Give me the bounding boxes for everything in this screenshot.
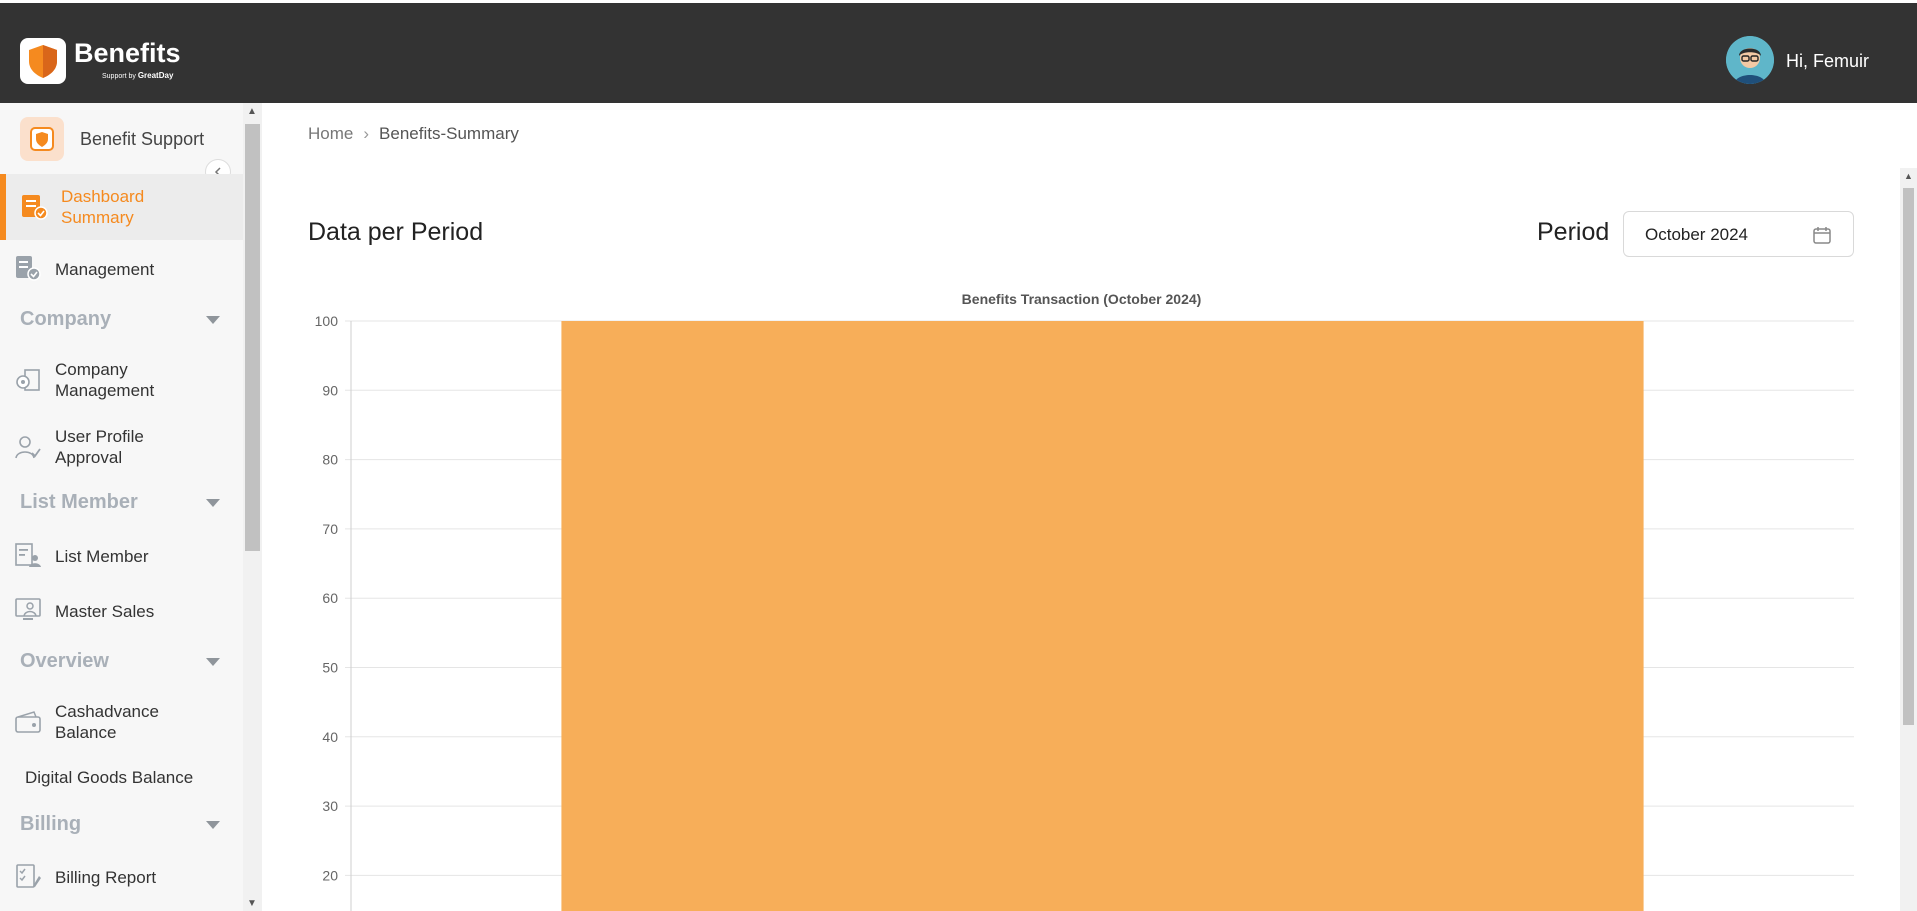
app-title: Benefits bbox=[74, 38, 181, 68]
top-edge bbox=[0, 0, 1917, 3]
sidebar-section-list-member[interactable]: List Member bbox=[20, 491, 225, 514]
section-label: Billing bbox=[20, 813, 82, 835]
sidebar-brand: Benefit Support bbox=[20, 117, 204, 161]
bar-chart: 20 30 40 50 60 70 80 90 100 bbox=[315, 313, 1854, 911]
sidebar-scroll-up-icon[interactable]: ▲ bbox=[247, 106, 257, 117]
user-approval-icon bbox=[14, 433, 42, 461]
y-tick-label: 50 bbox=[322, 660, 338, 676]
caret-down-icon bbox=[206, 316, 220, 324]
sidebar-section-billing[interactable]: Billing bbox=[20, 813, 225, 836]
section-label: Company bbox=[20, 308, 112, 330]
main-scrollbar-thumb[interactable] bbox=[1903, 188, 1914, 725]
app-logo[interactable] bbox=[20, 38, 66, 84]
period-value: October 2024 bbox=[1645, 225, 1749, 244]
section-label: List Member bbox=[20, 491, 138, 513]
member-list-icon bbox=[14, 541, 42, 569]
sidebar-item-label: Cashadvance Balance bbox=[55, 702, 159, 742]
y-tick-label: 60 bbox=[322, 590, 338, 606]
sidebar-item-label: Billing Report bbox=[55, 868, 157, 887]
brand-icon bbox=[20, 117, 64, 161]
sidebar-item-company-management[interactable]: Company Management bbox=[0, 358, 243, 402]
sidebar-item-user-profile-approval[interactable]: User Profile Approval bbox=[0, 425, 243, 469]
caret-down-icon bbox=[206, 658, 220, 666]
avatar[interactable] bbox=[1726, 36, 1774, 84]
chevron-right-icon: › bbox=[363, 124, 370, 143]
sidebar-item-digital-goods-balance[interactable]: Digital Goods Balance bbox=[0, 767, 243, 789]
sidebar-item-label: Management bbox=[55, 260, 155, 279]
top-bar bbox=[0, 0, 1917, 103]
master-sales-icon bbox=[14, 596, 42, 624]
app-subtitle: Support by GreatDay bbox=[102, 71, 173, 80]
sidebar-scrollbar-thumb[interactable] bbox=[245, 124, 260, 551]
caret-down-icon bbox=[206, 821, 220, 829]
sidebar-section-company[interactable]: Company bbox=[20, 308, 225, 331]
app-subtitle-brand: GreatDay bbox=[137, 71, 174, 80]
y-tick-label: 20 bbox=[322, 867, 338, 883]
sidebar-item-label: Digital Goods Balance bbox=[25, 768, 194, 787]
sidebar-item-label: Company Management bbox=[55, 360, 155, 400]
y-tick-label: 70 bbox=[322, 521, 338, 537]
wallet-icon bbox=[14, 708, 42, 736]
breadcrumb-home[interactable]: Home bbox=[308, 124, 353, 143]
breadcrumb-current: Benefits-Summary bbox=[379, 124, 519, 143]
management-icon bbox=[14, 254, 42, 282]
caret-down-icon bbox=[206, 499, 220, 507]
sidebar-item-label: User Profile Approval bbox=[55, 427, 144, 467]
sidebar-section-overview[interactable]: Overview bbox=[20, 650, 225, 673]
sidebar-scroll-down-icon[interactable]: ▼ bbox=[247, 898, 257, 909]
company-settings-icon bbox=[14, 366, 42, 394]
chart-bar[interactable] bbox=[561, 321, 1644, 911]
section-label: Overview bbox=[20, 650, 109, 672]
period-picker[interactable]: October 2024 bbox=[1623, 211, 1854, 257]
user-avatar-icon bbox=[1726, 36, 1774, 84]
sidebar-item-billing-report[interactable]: Billing Report bbox=[0, 862, 243, 892]
y-tick-label: 80 bbox=[322, 452, 338, 468]
y-tick-label: 30 bbox=[322, 798, 338, 814]
dashboard-icon bbox=[20, 193, 48, 221]
chart-title: Benefits Transaction (October 2024) bbox=[961, 291, 1202, 307]
calendar-icon[interactable] bbox=[1812, 225, 1832, 245]
billing-report-icon bbox=[14, 862, 42, 890]
main-scroll-up-icon[interactable]: ▲ bbox=[1904, 171, 1913, 181]
sidebar-item-label: Dashboard Summary bbox=[61, 187, 145, 227]
sidebar-item-label: Master Sales bbox=[55, 602, 155, 621]
shield-icon bbox=[29, 45, 57, 78]
y-tick-label: 40 bbox=[322, 729, 338, 745]
period-label: Period bbox=[1537, 218, 1610, 246]
breadcrumb: Home › Benefits-Summary bbox=[308, 124, 519, 144]
sidebar-item-management[interactable]: Management bbox=[0, 254, 243, 284]
page-title: Data per Period bbox=[308, 218, 484, 246]
greeting[interactable]: Hi, Femuir bbox=[1786, 51, 1869, 72]
app-subtitle-text: Support by bbox=[102, 73, 136, 80]
y-tick-label: 90 bbox=[322, 382, 338, 398]
sidebar-item-dashboard-summary[interactable]: Dashboard Summary bbox=[0, 174, 243, 240]
sidebar-item-master-sales[interactable]: Master Sales bbox=[0, 596, 243, 626]
shield-icon bbox=[30, 127, 54, 151]
sidebar-item-cashadvance-balance[interactable]: Cashadvance Balance bbox=[0, 700, 243, 744]
y-tick-label: 100 bbox=[315, 313, 339, 329]
brand-label: Benefit Support bbox=[80, 128, 205, 149]
active-indicator bbox=[0, 174, 6, 240]
sidebar-item-label: List Member bbox=[55, 547, 149, 566]
sidebar-item-list-member[interactable]: List Member bbox=[0, 541, 243, 571]
